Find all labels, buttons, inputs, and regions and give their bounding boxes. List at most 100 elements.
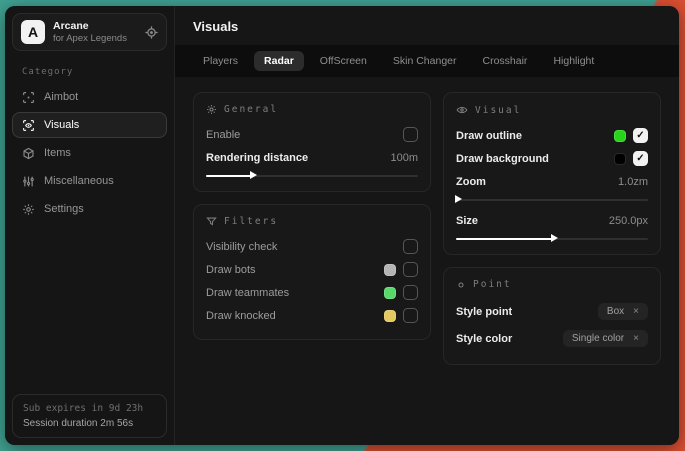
size-label: Size (456, 215, 478, 227)
brand-card: A Arcane for Apex Legends (12, 13, 167, 51)
draw-bots-checkbox[interactable]: ✓ (403, 262, 418, 277)
sub-expires-text: Sub expires in 9d 23h (23, 403, 156, 414)
main-area: Visuals Players Radar OffScreen Skin Cha… (175, 6, 679, 445)
panel-title: Visual (475, 105, 521, 116)
session-duration-text: Session duration 2m 56s (23, 418, 156, 429)
sidebar-item-label: Visuals (44, 119, 79, 131)
close-icon[interactable]: × (633, 307, 639, 317)
panel-title: Filters (224, 216, 278, 227)
filters-panel: Filters Visibility check ✓ Draw bots ✓ (193, 204, 431, 340)
tab-radar[interactable]: Radar (254, 51, 304, 71)
draw-teammates-color-swatch[interactable] (384, 287, 396, 299)
app-logo: A (21, 20, 45, 44)
tab-skin-changer[interactable]: Skin Changer (383, 51, 467, 71)
enable-checkbox[interactable]: ✓ (403, 127, 418, 142)
draw-outline-checkbox[interactable]: ✓ (633, 128, 648, 143)
general-panel: General Enable ✓ Rendering distance 100m (193, 92, 431, 192)
draw-outline-color-swatch[interactable] (614, 130, 626, 142)
main-header: Visuals (175, 6, 679, 45)
page-title: Visuals (193, 19, 661, 34)
dot-icon (456, 280, 466, 290)
sidebar-item-miscellaneous[interactable]: Miscellaneous (12, 168, 167, 194)
style-color-row: Style color Single color × (456, 326, 648, 351)
enable-row: Enable ✓ (206, 124, 418, 145)
size-slider[interactable] (456, 234, 648, 243)
tab-offscreen[interactable]: OffScreen (310, 51, 377, 71)
style-point-label: Style point (456, 306, 512, 318)
visibility-check-row: Visibility check ✓ (206, 236, 418, 257)
sidebar-item-settings[interactable]: Settings (12, 196, 167, 222)
rendering-distance-slider[interactable] (206, 171, 418, 180)
zoom-label: Zoom (456, 176, 486, 188)
visibility-check-checkbox[interactable]: ✓ (403, 239, 418, 254)
size-value: 250.0px (609, 215, 648, 227)
category-label: Category (22, 67, 174, 77)
sidebar-item-aimbot[interactable]: Aimbot (12, 84, 167, 110)
rendering-distance-label: Rendering distance (206, 152, 308, 164)
draw-knocked-checkbox[interactable]: ✓ (403, 308, 418, 323)
content-area: General Enable ✓ Rendering distance 100m (175, 77, 679, 445)
draw-outline-label: Draw outline (456, 130, 522, 142)
cube-icon (22, 147, 35, 160)
tab-highlight[interactable]: Highlight (543, 51, 604, 71)
zoom-row: Zoom 1.0zm (456, 171, 648, 192)
tab-crosshair[interactable]: Crosshair (473, 51, 538, 71)
style-color-value: Single color (572, 333, 624, 344)
style-point-row: Style point Box × (456, 299, 648, 324)
slider-thumb[interactable] (455, 195, 462, 203)
enable-label: Enable (206, 129, 240, 141)
draw-knocked-label: Draw knocked (206, 310, 276, 322)
style-color-label: Style color (456, 333, 512, 345)
eye-scan-icon (22, 119, 35, 132)
sidebar-item-visuals[interactable]: Visuals (12, 112, 167, 138)
sliders-icon (22, 175, 35, 188)
style-point-select[interactable]: Box × (598, 303, 648, 320)
draw-teammates-checkbox[interactable]: ✓ (403, 285, 418, 300)
visual-panel: Visual Draw outline ✓ Draw background (443, 92, 661, 255)
target-icon[interactable] (145, 26, 158, 39)
slider-thumb[interactable] (551, 234, 558, 242)
panel-title: Point (473, 279, 512, 290)
draw-teammates-row: Draw teammates ✓ (206, 282, 418, 303)
draw-knocked-row: Draw knocked ✓ (206, 305, 418, 326)
style-color-select[interactable]: Single color × (563, 330, 648, 347)
sidebar: A Arcane for Apex Legends Category Aimbo (5, 6, 175, 445)
visibility-check-label: Visibility check (206, 241, 277, 253)
point-panel: Point Style point Box × Style color Sing… (443, 267, 661, 365)
draw-background-row: Draw background ✓ (456, 148, 648, 169)
panel-title: General (224, 104, 278, 115)
gear-icon (206, 104, 217, 115)
sidebar-item-label: Items (44, 147, 71, 159)
eye-icon (456, 104, 468, 116)
draw-background-label: Draw background (456, 153, 549, 165)
draw-bots-row: Draw bots ✓ (206, 259, 418, 280)
gear-icon (22, 203, 35, 216)
draw-knocked-color-swatch[interactable] (384, 310, 396, 322)
app-window: A Arcane for Apex Legends Category Aimbo (5, 6, 679, 445)
size-row: Size 250.0px (456, 210, 648, 231)
draw-bots-label: Draw bots (206, 264, 256, 276)
app-subtitle: for Apex Legends (53, 33, 137, 44)
app-name: Arcane (53, 20, 137, 33)
rendering-distance-value: 100m (390, 152, 418, 164)
sidebar-item-label: Miscellaneous (44, 175, 114, 187)
rendering-distance-row: Rendering distance 100m (206, 147, 418, 168)
tab-players[interactable]: Players (193, 51, 248, 71)
funnel-icon (206, 216, 217, 227)
slider-thumb[interactable] (250, 171, 257, 179)
sidebar-item-items[interactable]: Items (12, 140, 167, 166)
style-point-value: Box (607, 306, 624, 317)
zoom-slider[interactable] (456, 195, 648, 204)
zoom-value: 1.0zm (618, 176, 648, 188)
sidebar-item-label: Settings (44, 203, 84, 215)
draw-teammates-label: Draw teammates (206, 287, 289, 299)
subscription-card: Sub expires in 9d 23h Session duration 2… (12, 394, 167, 438)
draw-background-color-swatch[interactable] (614, 153, 626, 165)
draw-background-checkbox[interactable]: ✓ (633, 151, 648, 166)
tab-bar: Players Radar OffScreen Skin Changer Cro… (175, 45, 679, 77)
sidebar-item-label: Aimbot (44, 91, 78, 103)
close-icon[interactable]: × (633, 334, 639, 344)
draw-bots-color-swatch[interactable] (384, 264, 396, 276)
draw-outline-row: Draw outline ✓ (456, 125, 648, 146)
crosshair-icon (22, 91, 35, 104)
